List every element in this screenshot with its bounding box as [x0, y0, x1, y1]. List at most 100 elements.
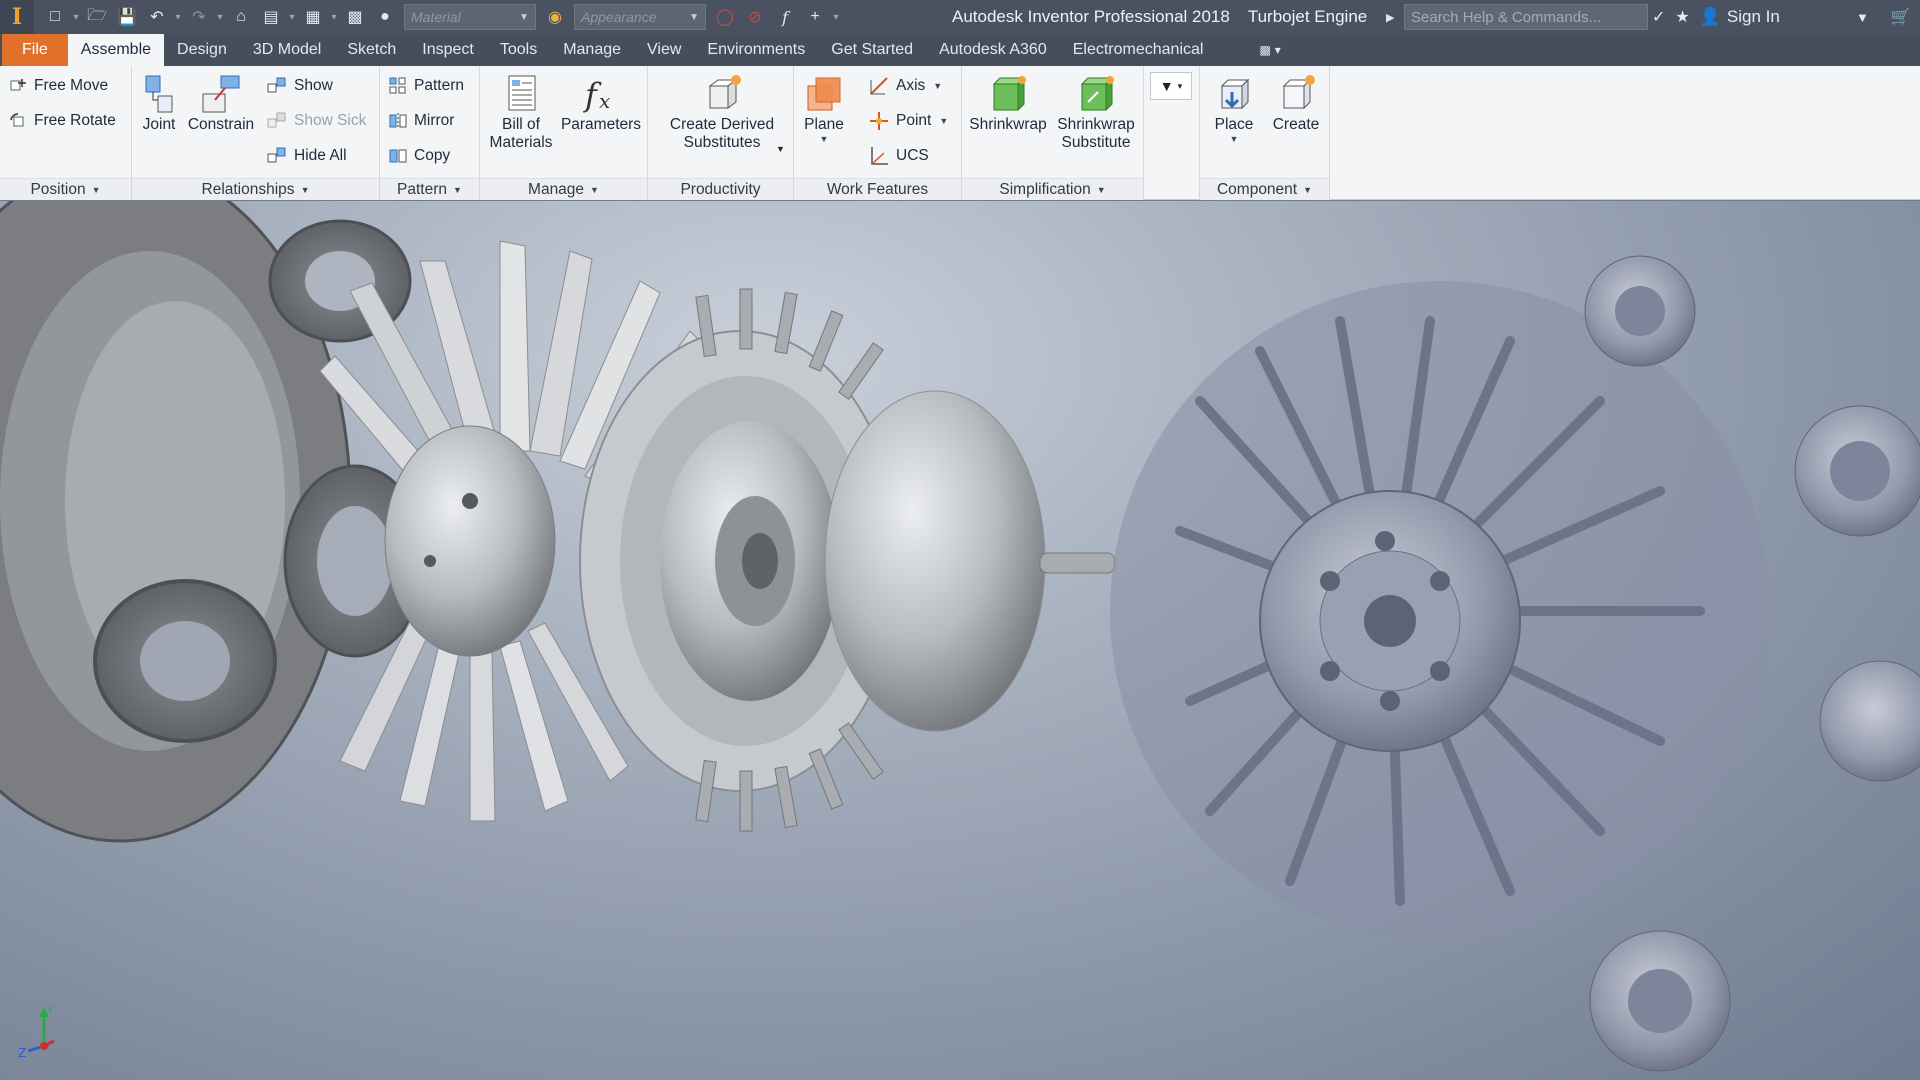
title-bar: I □ ▾ 🗁 💾 ↶ ▾ ↷ ▾ ⌂ ▤ ▾ ▦ ▾ ▩ ● Material… [0, 0, 1920, 34]
triad-y-label: Y [46, 1005, 54, 1016]
save-icon[interactable]: 💾 [114, 4, 140, 30]
appearance-dropdown[interactable]: Appearance ▼ [574, 4, 706, 30]
plane-button[interactable]: Plane ▼ [798, 72, 850, 144]
shrinkwrap-substitute-icon [1080, 76, 1114, 112]
ribbon-display-toggle[interactable]: ▩ ▾ [1246, 34, 1293, 66]
panel-title-component-text: Component [1216, 180, 1298, 198]
tab-design[interactable]: Design [164, 34, 240, 66]
new-icon[interactable]: □ [42, 4, 68, 30]
adjust-appearance-icon[interactable]: ◯ [712, 4, 738, 30]
selection-filter-dropdown[interactable]: ▼ ▾ [1150, 72, 1192, 100]
expand-arrow-icon[interactable]: ▶ [1386, 0, 1394, 34]
panel-title-manage[interactable]: Manage ▼ [480, 178, 647, 200]
tab-file[interactable]: File [2, 34, 68, 66]
select-priority-icon[interactable]: ▩ [342, 4, 368, 30]
undo-dropdown-arrow[interactable]: ▾ [174, 5, 182, 29]
mirror-button[interactable]: Mirror [388, 107, 454, 135]
tab-electromechanical[interactable]: Electromechanical [1060, 34, 1217, 66]
undo-icon[interactable]: ↶ [144, 4, 170, 30]
communication-center-icon[interactable]: ✓ [1652, 7, 1665, 27]
chevron-down-icon[interactable]: ▼ [776, 144, 785, 154]
create-derived-substitutes-button[interactable]: Create Derived Substitutes [654, 72, 790, 152]
free-move-button[interactable]: Free Move [8, 72, 108, 100]
redo-icon[interactable]: ↷ [186, 4, 212, 30]
favorites-star-icon[interactable]: ★ [1675, 7, 1689, 27]
shrinkwrap-button[interactable]: Shrinkwrap [966, 72, 1050, 134]
search-placeholder: Search Help & Commands... [1411, 8, 1602, 26]
sign-in-label: Sign In [1726, 7, 1780, 26]
clear-override-icon[interactable]: ⊘ [742, 4, 768, 30]
shopping-cart-icon[interactable]: 🛒 [1891, 7, 1911, 27]
tab-view[interactable]: View [634, 34, 694, 66]
material-dropdown[interactable]: Material ▼ [404, 4, 536, 30]
select-icon[interactable]: ▦ [300, 4, 326, 30]
copy-button[interactable]: Copy [388, 142, 450, 170]
measure-icon[interactable]: + [802, 4, 828, 30]
material-dropdown-text: Material [411, 9, 461, 25]
panel-title-simplification[interactable]: Simplification ▼ [962, 178, 1143, 200]
create-label: Create [1272, 116, 1320, 133]
home-icon[interactable]: ⌂ [228, 4, 254, 30]
sign-in-button[interactable]: 👤 Sign In [1700, 7, 1780, 27]
filter-icon: ▼ [1159, 78, 1174, 94]
graphics-window[interactable]: Z Y [0, 201, 1920, 1080]
select-dropdown-arrow[interactable]: ▾ [330, 5, 338, 29]
panel-manage: Bill of Materials fx Parameters Manage ▼ [480, 66, 648, 200]
axis-button[interactable]: Axis ▼ [868, 72, 942, 100]
account-dropdown-arrow-icon[interactable]: ▼ [1856, 10, 1869, 25]
panel-title-pattern[interactable]: Pattern ▼ [380, 178, 479, 200]
create-derived-substitutes-label-1: Create Derived [669, 116, 775, 133]
update-dropdown-arrow[interactable]: ▾ [288, 5, 296, 29]
appearance-icon[interactable]: ◉ [542, 4, 568, 30]
panel-title-relationships[interactable]: Relationships ▼ [132, 178, 379, 200]
nose-cone[interactable] [384, 425, 556, 657]
radial-engine-assembly[interactable] [1110, 255, 1920, 1072]
panel-title-component[interactable]: Component ▼ [1200, 178, 1329, 200]
panel-title-position[interactable]: Position ▼ [0, 178, 131, 200]
point-button[interactable]: Point ▼ [868, 107, 948, 135]
free-rotate-button[interactable]: Free Rotate [8, 107, 116, 135]
redo-dropdown-arrow[interactable]: ▾ [216, 5, 224, 29]
tab-get-started[interactable]: Get Started [818, 34, 926, 66]
place-icon [1220, 78, 1250, 110]
create-button[interactable]: Create [1266, 72, 1326, 134]
parameters-button[interactable]: fx Parameters [558, 72, 644, 134]
ucs-button[interactable]: UCS [868, 142, 929, 170]
tab-environments[interactable]: Environments [694, 34, 818, 66]
panel-title-pattern-text: Pattern [397, 180, 448, 198]
shrinkwrap-substitute-button[interactable]: Shrinkwrap Substitute [1054, 72, 1138, 152]
chevron-down-icon: ▼ [689, 11, 699, 23]
tab-tools[interactable]: Tools [487, 34, 550, 66]
tab-inspect[interactable]: Inspect [409, 34, 487, 66]
show-button[interactable]: Show [266, 72, 333, 100]
parameters-icon[interactable]: f [772, 4, 798, 30]
joint-button[interactable]: Joint [138, 72, 180, 134]
bill-of-materials-button[interactable]: Bill of Materials [484, 72, 558, 152]
pattern-label: Pattern [414, 77, 464, 94]
place-button[interactable]: Place ▼ [1204, 72, 1264, 144]
material-icon[interactable]: ● [372, 4, 398, 30]
tab-manage[interactable]: Manage [550, 34, 634, 66]
turbojet-engine-model[interactable] [0, 201, 1920, 1080]
hide-all-button[interactable]: Hide All [266, 142, 347, 170]
search-input[interactable]: Search Help & Commands... [1404, 4, 1648, 30]
new-dropdown-arrow[interactable]: ▾ [72, 5, 80, 29]
exhaust-cone[interactable] [824, 390, 1046, 732]
show-sick-button[interactable]: Show Sick [266, 107, 366, 135]
chevron-down-icon: ▼ [819, 134, 829, 144]
document-name: Turbojet Engine [1247, 7, 1368, 26]
open-icon[interactable]: 🗁 [84, 4, 110, 30]
quick-access-toolbar: □ ▾ 🗁 💾 ↶ ▾ ↷ ▾ ⌂ ▤ ▾ ▦ ▾ ▩ ● Material ▼… [42, 4, 840, 30]
customize-icon[interactable]: ▾ [832, 5, 840, 29]
nose-cone-hole [424, 555, 436, 567]
drive-shaft[interactable] [1039, 552, 1116, 574]
tab-autodesk-a360[interactable]: Autodesk A360 [926, 34, 1060, 66]
constrain-button[interactable]: Constrain [186, 72, 256, 134]
tab-3d-model[interactable]: 3D Model [240, 34, 334, 66]
parameters-fx-icon: fx [583, 76, 610, 114]
tab-assemble[interactable]: Assemble [67, 34, 165, 66]
application-menu-button[interactable]: I [0, 0, 34, 34]
tab-sketch[interactable]: Sketch [334, 34, 409, 66]
pattern-button[interactable]: Pattern [388, 72, 464, 100]
update-icon[interactable]: ▤ [258, 4, 284, 30]
